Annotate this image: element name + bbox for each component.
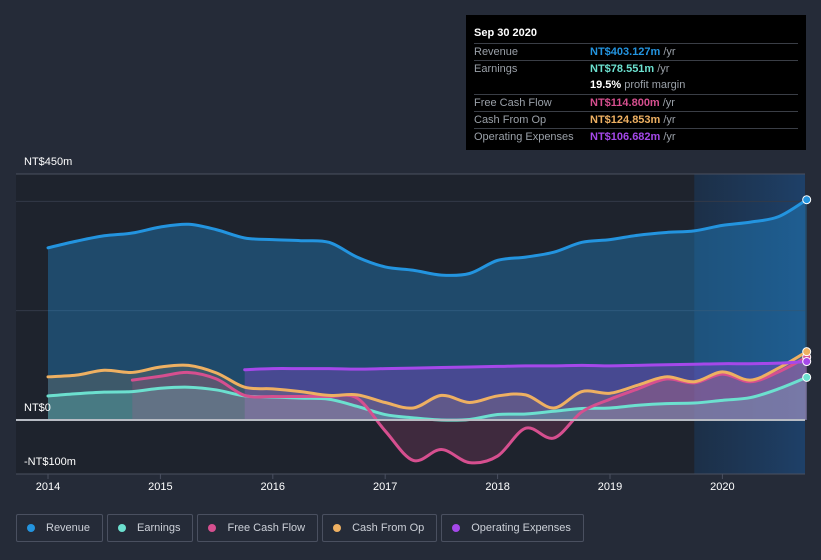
- tooltip-value: NT$78.551m: [590, 63, 655, 75]
- tooltip-label: Free Cash Flow: [474, 97, 552, 109]
- legend-item-operating-expenses[interactable]: Operating Expenses: [441, 514, 584, 542]
- y-tick-label: NT$0: [24, 402, 51, 414]
- endpoint-cash-from-op: [802, 347, 812, 357]
- tooltip-label: Revenue: [474, 46, 519, 58]
- endpoint-revenue: [802, 195, 812, 205]
- tooltip-date: Sep 30 2020: [474, 27, 537, 39]
- tooltip-unit: /yr: [663, 46, 676, 58]
- tooltip-row-free-cash-flow: Free Cash Flow NT$114.800m /yr: [474, 94, 798, 111]
- tooltip-unit: /yr: [663, 131, 676, 143]
- endpoint-operating-expenses: [802, 357, 812, 367]
- tooltip-unit: /yr: [657, 63, 670, 75]
- tooltip-value: NT$106.682m: [590, 131, 661, 143]
- tooltip-panel: Sep 30 2020 Revenue NT$403.127m /yr Earn…: [466, 15, 806, 150]
- tooltip-row-revenue: Revenue NT$403.127m /yr: [474, 43, 798, 60]
- x-tick-label: 2015: [148, 481, 173, 493]
- tooltip-unit: profit margin: [624, 79, 686, 91]
- x-tick-label: 2017: [372, 481, 398, 493]
- tooltip-value: 19.5%: [590, 79, 622, 91]
- legend-label: Operating Expenses: [471, 522, 571, 534]
- chart-root: NT$450m NT$0 -NT$100m 2014 2015 2016 2017 20…: [0, 0, 821, 560]
- tooltip-label: [474, 77, 590, 94]
- legend-item-cash-from-op[interactable]: Cash From Op: [322, 514, 438, 542]
- tooltip-value: NT$403.127m: [590, 46, 661, 58]
- tooltip-value: NT$124.853m: [590, 114, 661, 126]
- legend-label: Free Cash Flow: [227, 522, 306, 534]
- tooltip-label: Cash From Op: [474, 114, 547, 126]
- legend-item-revenue[interactable]: Revenue: [16, 514, 104, 542]
- tooltip-label: Earnings: [474, 63, 518, 75]
- legend-dot-icon: [27, 524, 35, 532]
- tooltip-row-profit-margin: 19.5% profit margin: [474, 77, 798, 94]
- legend-dot-icon: [118, 524, 127, 532]
- legend: Revenue Earnings Free Cash Flow Cash Fro…: [16, 514, 584, 542]
- legend-item-earnings[interactable]: Earnings: [107, 514, 194, 542]
- tooltip-unit: /yr: [662, 97, 675, 109]
- tooltip-row-earnings: Earnings NT$78.551m /yr: [474, 60, 798, 77]
- legend-label: Earnings: [137, 522, 181, 534]
- legend-dot-icon: [333, 524, 342, 532]
- tooltip-label: Operating Expenses: [474, 131, 574, 143]
- tooltip-row-operating-expenses: Operating Expenses NT$106.682m /yr: [474, 128, 798, 145]
- tooltip-row-cash-from-op: Cash From Op NT$124.853m /yr: [474, 111, 798, 128]
- legend-label: Cash From Op: [352, 522, 425, 534]
- x-tick-label: 2014: [35, 481, 61, 493]
- x-tick-label: 2020: [710, 481, 735, 493]
- endpoint-earnings: [802, 372, 812, 382]
- legend-item-free-cash-flow[interactable]: Free Cash Flow: [197, 514, 319, 542]
- x-tick-label: 2019: [597, 481, 623, 493]
- legend-dot-icon: [452, 524, 461, 532]
- legend-dot-icon: [208, 524, 217, 532]
- y-tick-label: NT$450m: [24, 156, 73, 168]
- legend-label: Revenue: [46, 522, 91, 534]
- x-tick-label: 2016: [260, 481, 286, 493]
- y-tick-label: -NT$100m: [24, 456, 76, 468]
- tooltip-unit: /yr: [663, 114, 676, 126]
- x-tick-label: 2018: [485, 481, 510, 493]
- tooltip-value: NT$114.800m: [590, 97, 660, 109]
